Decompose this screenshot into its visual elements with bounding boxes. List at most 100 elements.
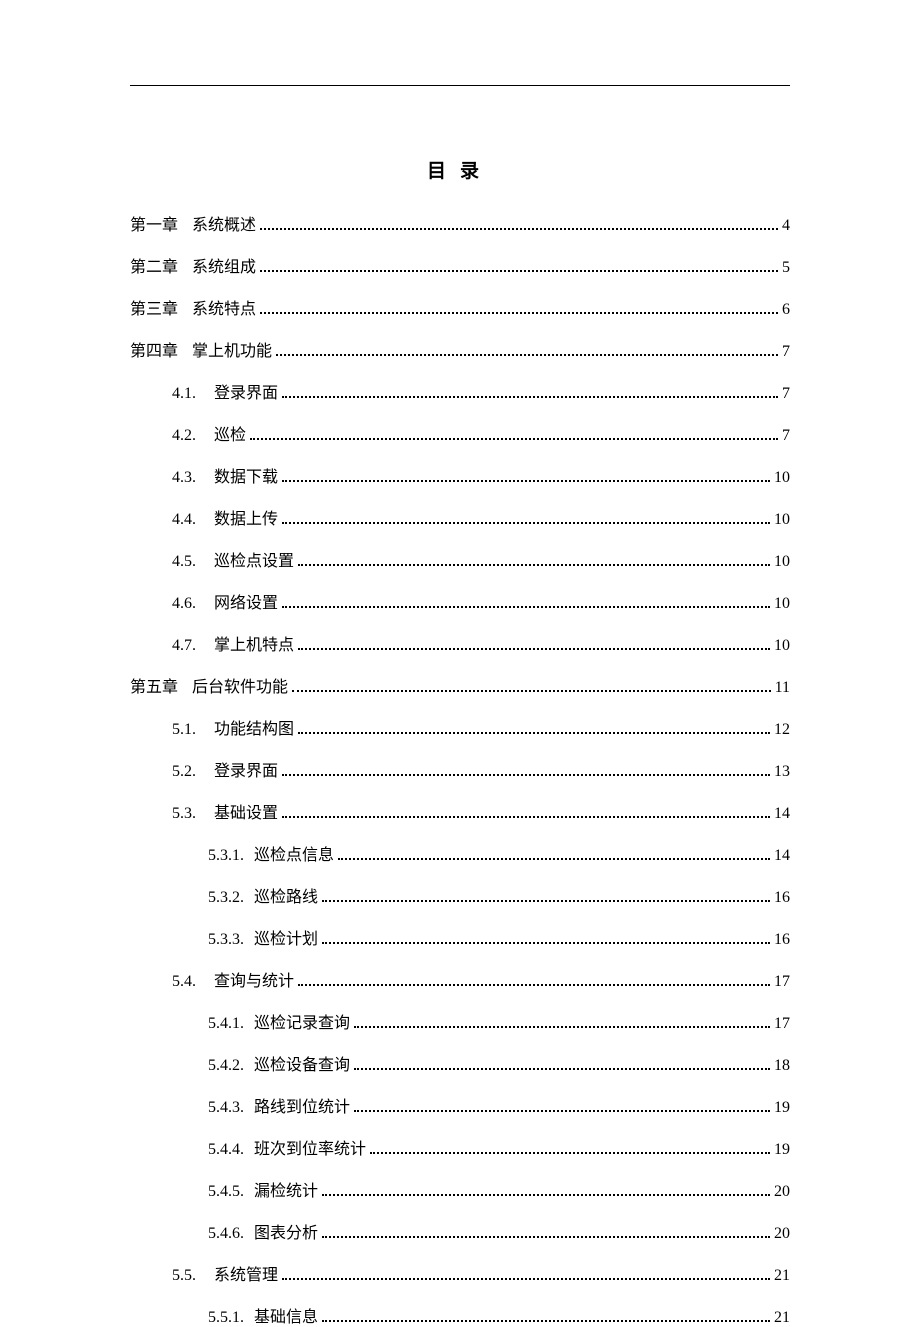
toc-entry-label: 第三章 [130, 295, 178, 319]
toc-entry-page: 7 [782, 427, 790, 445]
toc-entry-text: 漏检统计 [254, 1177, 318, 1201]
toc-entry-label: 4.3. [172, 469, 196, 487]
toc-entry-page: 12 [774, 721, 790, 739]
toc-entry-page: 6 [782, 301, 790, 319]
toc-entry-page: 16 [774, 889, 790, 907]
toc-leader-dots [354, 1026, 770, 1028]
toc-entry-label: 第二章 [130, 253, 178, 277]
toc-entry: 5.2. 登录界面 13 [130, 757, 790, 781]
toc-entry: 4.4.数据上传10 [130, 505, 790, 529]
toc-leader-dots [370, 1152, 770, 1154]
toc-entry: 5.5.1.基础信息21 [130, 1303, 790, 1327]
toc-entry: 第三章系统特点 6 [130, 295, 790, 319]
toc-entry-label: 4.4. [172, 511, 196, 529]
toc-entry-page: 10 [774, 469, 790, 487]
toc-entry-label: 5.4.2. [208, 1057, 244, 1075]
toc-entry-label: 5.3.1. [208, 847, 244, 865]
toc-entry-page: 10 [774, 595, 790, 613]
toc-entry-text: 登录界面 [214, 757, 278, 781]
toc-leader-dots [282, 522, 770, 524]
toc-entry-label: 5.4.4. [208, 1141, 244, 1159]
toc-entry-text: 巡检计划 [254, 925, 318, 949]
toc-entry-text: 巡检路线 [254, 883, 318, 907]
toc-entry-text: 系统概述 [192, 211, 256, 235]
toc-entry: 5.3.3.巡检计划16 [130, 925, 790, 949]
toc-entry: 4.7.掌上机特点10 [130, 631, 790, 655]
toc-entry-label: 5.1. [172, 721, 196, 739]
toc-entry-page: 4 [782, 217, 790, 235]
toc-entry-text: 功能结构图 [214, 715, 294, 739]
toc-entry-page: 20 [774, 1183, 790, 1201]
toc-entry: 5.3.2.巡检路线16 [130, 883, 790, 907]
toc-entry-page: 19 [774, 1099, 790, 1117]
toc-leader-dots [282, 396, 778, 398]
toc-entry-text: 巡检 [214, 421, 246, 445]
toc-leader-dots [260, 312, 778, 314]
toc-leader-dots [282, 774, 770, 776]
toc-entry-page: 19 [774, 1141, 790, 1159]
toc-leader-dots [292, 690, 771, 692]
toc-entry-label: 5.4.3. [208, 1099, 244, 1117]
toc-leader-dots [282, 480, 770, 482]
toc-entry-text: 掌上机特点 [214, 631, 294, 655]
toc-leader-dots [322, 900, 770, 902]
toc-entry-page: 16 [774, 931, 790, 949]
toc-entry-text: 掌上机功能 [192, 337, 272, 361]
toc-entry-text: 系统管理 [214, 1261, 278, 1285]
toc-entry: 5.4.1.巡检记录查询17 [130, 1009, 790, 1033]
toc-entry-label: 5.4.5. [208, 1183, 244, 1201]
toc-entry: 5.1. 功能结构图 12 [130, 715, 790, 739]
toc-leader-dots [322, 1194, 770, 1196]
toc-entry-page: 21 [774, 1309, 790, 1327]
toc-entry: 5.5.系统管理21 [130, 1261, 790, 1285]
toc-entry-label: 5.4. [172, 973, 196, 991]
toc-entry: 5.4.3. 路线到位统计 19 [130, 1093, 790, 1117]
toc-entry-page: 17 [774, 973, 790, 991]
toc-entry-label: 第四章 [130, 337, 178, 361]
toc-entry-page: 5 [782, 259, 790, 277]
toc-leader-dots [298, 564, 770, 566]
toc-leader-dots [322, 1236, 770, 1238]
toc-entry-text: 路线到位统计 [254, 1093, 350, 1117]
toc-entry-page: 7 [782, 343, 790, 361]
toc-entry: 第二章系统组成5 [130, 253, 790, 277]
toc-leader-dots [298, 732, 770, 734]
toc-entry-text: 数据下载 [214, 463, 278, 487]
toc-entry-text: 基础设置 [214, 799, 278, 823]
toc-entry-label: 第五章 [130, 673, 178, 697]
toc-entry-text: 基础信息 [254, 1303, 318, 1327]
toc-entry: 4.2. 巡检 7 [130, 421, 790, 445]
toc-entry-page: 7 [782, 385, 790, 403]
toc-leader-dots [354, 1110, 770, 1112]
header-rule [130, 85, 790, 86]
toc-entry-page: 14 [774, 847, 790, 865]
toc-entry-page: 21 [774, 1267, 790, 1285]
toc-entry-label: 5.4.6. [208, 1225, 244, 1243]
toc-entry-text: 图表分析 [254, 1219, 318, 1243]
toc-entry-page: 10 [774, 637, 790, 655]
toc-entry-text: 登录界面 [214, 379, 278, 403]
toc-entry: 5.4.5. 漏检统计 20 [130, 1177, 790, 1201]
toc-entry: 4.3. 数据下载 10 [130, 463, 790, 487]
toc-entry: 5.3.1.巡检点信息14 [130, 841, 790, 865]
toc-leader-dots [338, 858, 770, 860]
toc-leader-dots [354, 1068, 770, 1070]
toc-entry-page: 18 [774, 1057, 790, 1075]
toc-entry-label: 4.2. [172, 427, 196, 445]
toc-entry-text: 巡检点设置 [214, 547, 294, 571]
document-page: 目录 第一章系统概述4第二章系统组成5第三章系统特点6第四章掌上机功能74.1.… [0, 0, 920, 1327]
toc-entry-page: 13 [774, 763, 790, 781]
toc-entry: 5.4.6.图表分析20 [130, 1219, 790, 1243]
toc-entry-label: 第一章 [130, 211, 178, 235]
toc-entry-label: 4.6. [172, 595, 196, 613]
toc-entry-page: 17 [774, 1015, 790, 1033]
toc-leader-dots [282, 1278, 770, 1280]
toc-entry-label: 5.3. [172, 805, 196, 823]
toc-entry-page: 10 [774, 553, 790, 571]
toc-entry-text: 系统特点 [192, 295, 256, 319]
toc-leader-dots [282, 606, 770, 608]
toc-entry-page: 11 [775, 679, 790, 697]
toc-entry-label: 5.4.1. [208, 1015, 244, 1033]
toc-entry: 第五章后台软件功能11 [130, 673, 790, 697]
toc-entry-label: 5.2. [172, 763, 196, 781]
